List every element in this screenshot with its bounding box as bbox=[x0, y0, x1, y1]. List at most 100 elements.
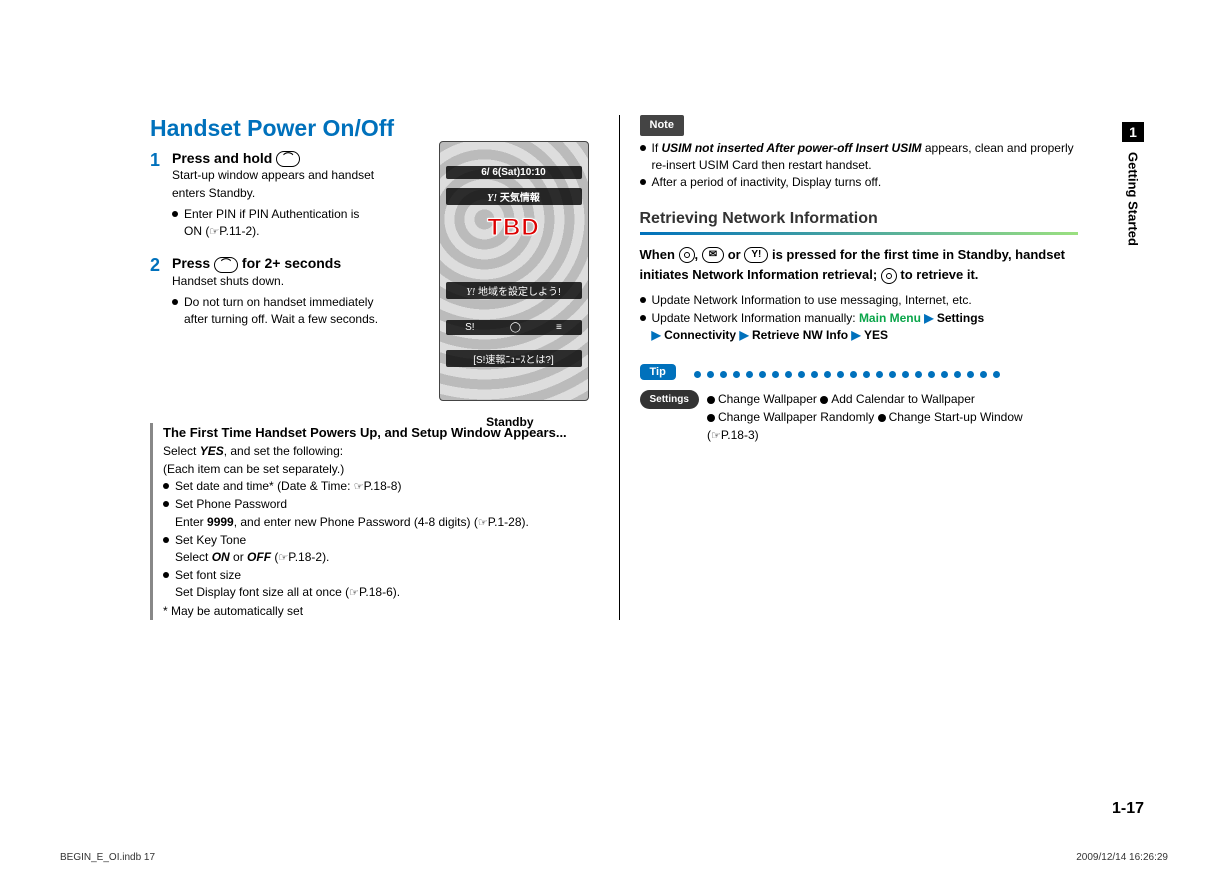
text: or bbox=[230, 550, 247, 564]
arrow-icon: ▶ bbox=[851, 328, 860, 342]
bullet-icon bbox=[640, 179, 646, 185]
hand-icon: ☞ bbox=[209, 226, 219, 238]
code: 9999 bbox=[207, 515, 234, 529]
text: Set date and time* (Date & Time: bbox=[175, 479, 354, 493]
tip-badge: Tip bbox=[640, 364, 676, 380]
step-number: 2 bbox=[150, 255, 162, 328]
text: Set Phone Password bbox=[175, 496, 529, 513]
step-heading: Press ⌒ for 2+ seconds bbox=[172, 255, 380, 272]
main-menu-label: Main Menu bbox=[859, 311, 921, 325]
first-time-block: The First Time Handset Powers Up, and Se… bbox=[150, 423, 589, 620]
text: ) bbox=[755, 428, 759, 442]
mail-key-icon: ✉ bbox=[702, 247, 724, 263]
bullet-icon bbox=[163, 501, 169, 507]
yes-label: YES bbox=[200, 444, 224, 458]
text: Do not turn on handset immediately after… bbox=[184, 294, 380, 329]
note-badge: Note bbox=[640, 115, 684, 136]
text: ). bbox=[522, 515, 529, 529]
hand-icon: ☞ bbox=[354, 481, 364, 493]
text: , and set the following: bbox=[224, 444, 343, 458]
hand-icon: ☞ bbox=[278, 552, 288, 564]
page-ref: P.18-3 bbox=[721, 428, 755, 442]
bullet: Set date and time* (Date & Time: ☞P.18-8… bbox=[163, 478, 589, 496]
hand-icon: ☞ bbox=[711, 430, 721, 442]
footnote: * May be automatically set bbox=[163, 602, 589, 620]
tip-item: Change Wallpaper bbox=[718, 392, 820, 406]
power-key-icon: ⌒ bbox=[214, 257, 238, 273]
bullet-icon bbox=[640, 297, 646, 303]
text: , bbox=[695, 247, 702, 262]
screenshot-news: [S!速報ﾆｭｰｽとは?] bbox=[446, 350, 582, 367]
bullet: Do not turn on handset immediately after… bbox=[172, 294, 380, 329]
page-title: Handset Power On/Off bbox=[150, 115, 589, 142]
bullet-icon bbox=[163, 537, 169, 543]
footer-right: 2009/12/14 16:26:29 bbox=[1076, 852, 1168, 863]
screenshot-caption: Standby bbox=[486, 415, 533, 429]
bullet: Set Key Tone Select ON or OFF (☞P.18-2). bbox=[163, 532, 589, 567]
text: ). bbox=[393, 585, 400, 599]
step-body: Start-up window appears and handset ente… bbox=[172, 167, 380, 202]
text: If USIM not inserted After power-off Ins… bbox=[652, 140, 1079, 175]
bullet-icon bbox=[820, 396, 828, 404]
screenshot-time: 6/ 6(Sat)10:10 bbox=[446, 166, 582, 179]
page-ref: P.1-28 bbox=[488, 515, 522, 529]
left-column: Handset Power On/Off 1 Press and hold ⌒ … bbox=[150, 115, 589, 620]
step-1: 1 Press and hold ⌒ Start-up window appea… bbox=[150, 150, 380, 241]
screenshot-region: Y! 地域を設定しよう! bbox=[446, 282, 582, 299]
page-ref: P.18-6 bbox=[359, 585, 393, 599]
hand-icon: ☞ bbox=[349, 587, 359, 599]
text: Set Key Tone bbox=[175, 532, 329, 549]
center-key-icon bbox=[881, 268, 897, 284]
text: When bbox=[640, 247, 679, 262]
text: or bbox=[724, 247, 744, 262]
bullet-icon bbox=[640, 145, 646, 151]
text: Set Display font size all at once ( bbox=[175, 585, 349, 599]
chapter-tab: 1 Getting Started bbox=[1122, 122, 1144, 256]
arrow-icon: ▶ bbox=[924, 311, 933, 325]
settings-badge: Settings bbox=[640, 390, 699, 409]
text: Press and hold bbox=[172, 150, 276, 166]
phone-screenshot: 6/ 6(Sat)10:10 Y! 天気情報 TBD Y! 地域を設定しよう! … bbox=[439, 141, 589, 401]
step-2: 2 Press ⌒ for 2+ seconds Handset shuts d… bbox=[150, 255, 380, 328]
bullet: Enter PIN if PIN Authentication is ON (☞… bbox=[172, 206, 380, 241]
text: If bbox=[652, 141, 662, 155]
chapter-label: Getting Started bbox=[1124, 142, 1143, 256]
text: Select YES, and set the following: bbox=[163, 442, 589, 460]
tip-item: Add Calendar to Wallpaper bbox=[831, 392, 975, 406]
step-heading: Press and hold ⌒ bbox=[172, 150, 380, 167]
text: ) bbox=[397, 479, 401, 493]
text: ). bbox=[322, 550, 329, 564]
chapter-number: 1 bbox=[1122, 122, 1144, 142]
text: to retrieve it. bbox=[897, 267, 979, 282]
subsection-heading: Retrieving Network Information bbox=[640, 210, 1079, 228]
text: Update Network Information manually: Mai… bbox=[652, 310, 985, 345]
tip-item: Change Start-up Window bbox=[889, 410, 1023, 424]
screenshot-icons: S! ◯ ≡ bbox=[446, 320, 582, 335]
right-column: Note If USIM not inserted After power-of… bbox=[619, 115, 1079, 620]
off-label: OFF bbox=[247, 550, 271, 564]
menu-path: Settings bbox=[937, 311, 984, 325]
page-ref: P.11-2 bbox=[219, 224, 252, 238]
text: ). bbox=[252, 224, 259, 238]
tip-row: Tip bbox=[640, 364, 1079, 384]
text: Press bbox=[172, 255, 214, 271]
bullet-icon bbox=[707, 396, 715, 404]
hand-icon: ☞ bbox=[478, 517, 488, 529]
text: Select bbox=[175, 550, 212, 564]
page-ref: P.18-8 bbox=[364, 479, 398, 493]
power-key-icon: ⌒ bbox=[276, 151, 300, 167]
text: After a period of inactivity, Display tu… bbox=[652, 174, 882, 191]
arrow-icon: ▶ bbox=[652, 328, 661, 342]
book-icon: ≡ bbox=[556, 322, 562, 333]
bullet-icon bbox=[163, 483, 169, 489]
page-number: 1-17 bbox=[1112, 800, 1144, 818]
text: Update Network Information to use messag… bbox=[652, 292, 972, 309]
page-ref: P.18-2 bbox=[288, 550, 322, 564]
text: 地域を設定しよう! bbox=[478, 287, 561, 298]
nav-icon: S! bbox=[465, 322, 474, 333]
text: Update Network Information manually: bbox=[652, 311, 859, 325]
settings-row: Settings Change Wallpaper Add Calendar t… bbox=[640, 390, 1079, 445]
menu-path: YES bbox=[864, 328, 888, 342]
bullet-icon bbox=[878, 414, 886, 422]
center-key-icon bbox=[679, 247, 695, 263]
